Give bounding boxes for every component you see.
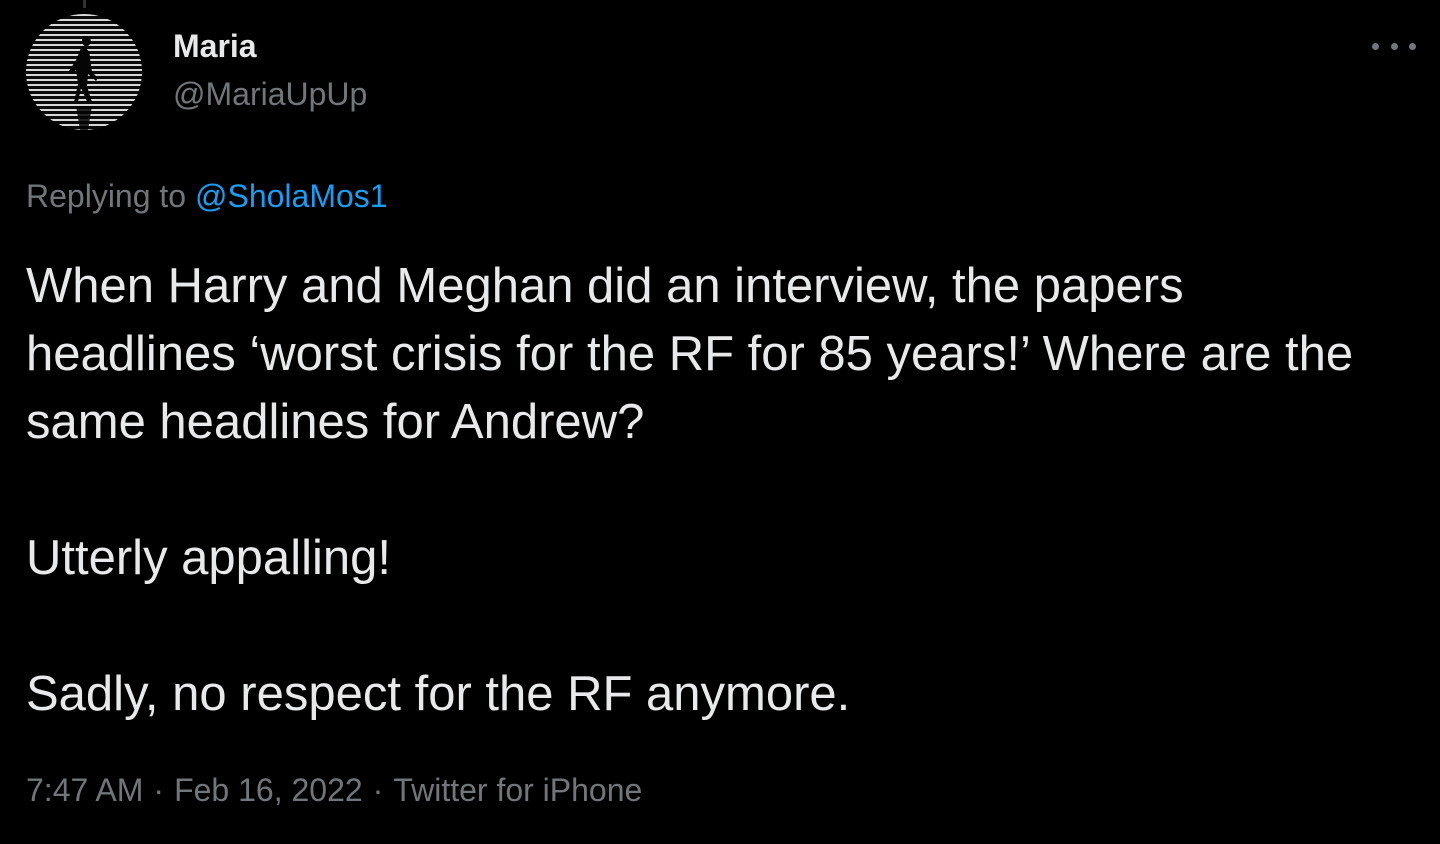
meta-separator: · bbox=[153, 772, 165, 808]
tweet-metadata: 7:47 AM · Feb 16, 2022 · Twitter for iPhone bbox=[26, 768, 642, 812]
tweet-paragraph: Sadly, no respect for the RF anymore. bbox=[26, 667, 851, 721]
tweet-time-link[interactable]: 7:47 AM bbox=[26, 772, 143, 808]
tweet-text: When Harry and Meghan did an interview, … bbox=[26, 252, 1406, 728]
tweet-header: Maria @MariaUpUp bbox=[26, 14, 1416, 134]
tweet-date-link[interactable]: Feb 16, 2022 bbox=[174, 772, 363, 808]
replying-to: Replying to @SholaMos1 bbox=[26, 174, 388, 218]
avatar-silhouette-icon bbox=[69, 36, 98, 130]
more-horizontal-icon bbox=[1390, 42, 1398, 50]
tweet-detail: Maria @MariaUpUp Replying to @SholaMos1 … bbox=[0, 0, 1440, 844]
more-horizontal-icon bbox=[1409, 42, 1416, 50]
more-horizontal-icon bbox=[1372, 42, 1379, 50]
author-handle[interactable]: @MariaUpUp bbox=[173, 72, 367, 116]
avatar[interactable] bbox=[26, 14, 142, 130]
replying-to-label: Replying to bbox=[26, 178, 187, 214]
author-display-name[interactable]: Maria bbox=[173, 24, 367, 68]
thread-connector-line bbox=[83, 0, 86, 8]
meta-separator: · bbox=[372, 772, 384, 808]
tweet-source-link[interactable]: Twitter for iPhone bbox=[393, 772, 642, 808]
replying-to-handle-link[interactable]: @SholaMos1 bbox=[195, 178, 388, 214]
more-options-button[interactable] bbox=[1372, 36, 1416, 56]
tweet-paragraph: Utterly appalling! bbox=[26, 531, 391, 585]
author-names[interactable]: Maria @MariaUpUp bbox=[173, 24, 367, 116]
tweet-paragraph: When Harry and Meghan did an interview, … bbox=[26, 259, 1354, 449]
